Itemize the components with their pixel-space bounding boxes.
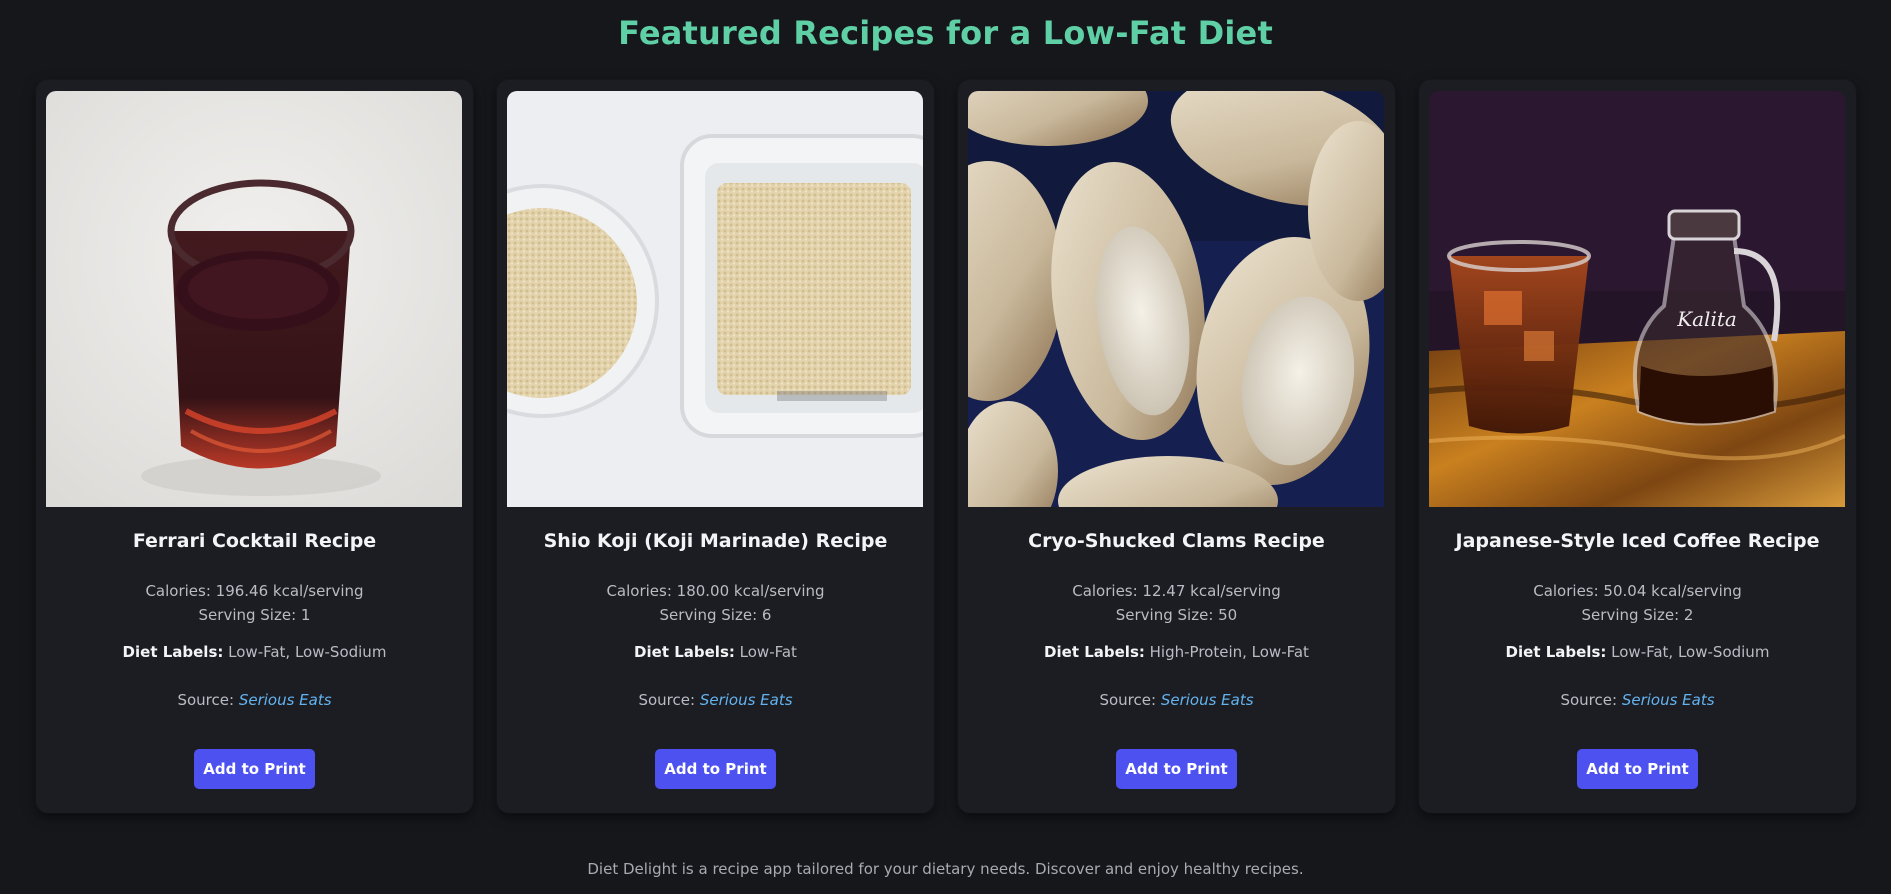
cocktail-photo (46, 91, 462, 507)
koji-photo (507, 91, 923, 507)
diet-labels: Diet Labels: High-Protein, Low-Fat (958, 643, 1395, 661)
recipe-image (968, 91, 1384, 507)
recipe-nutrition: Calories: 180.00 kcal/serving Serving Si… (497, 579, 934, 627)
recipe-image (507, 91, 923, 507)
source-label: Source: (1099, 691, 1157, 709)
diet-labels-value: Low-Fat (739, 643, 797, 661)
serving-size-text: Serving Size: 6 (659, 606, 772, 624)
recipe-source: Source: Serious Eats (1419, 691, 1856, 709)
diet-labels-value: High-Protein, Low-Fat (1149, 643, 1309, 661)
recipe-image (46, 91, 462, 507)
diet-labels-heading: Diet Labels: (1505, 643, 1607, 661)
add-to-print-button[interactable]: Add to Print (655, 749, 776, 789)
calories-text: Calories: 180.00 kcal/serving (606, 582, 825, 600)
diet-labels: Diet Labels: Low-Fat, Low-Sodium (1419, 643, 1856, 661)
recipe-title: Cryo-Shucked Clams Recipe (1028, 530, 1325, 552)
carafe-logo: Kalita (1676, 307, 1737, 331)
add-to-print-button[interactable]: Add to Print (1116, 749, 1237, 789)
diet-labels: Diet Labels: Low-Fat (497, 643, 934, 661)
page-title: Featured Recipes for a Low-Fat Diet (618, 14, 1273, 52)
recipe-source: Source: Serious Eats (36, 691, 473, 709)
source-link[interactable]: Serious Eats (700, 691, 793, 709)
diet-labels-value: Low-Fat, Low-Sodium (1611, 643, 1770, 661)
recipe-card: Shio Koji (Koji Marinade) Recipe Calorie… (497, 80, 934, 813)
calories-text: Calories: 50.04 kcal/serving (1533, 582, 1742, 600)
recipe-title: Ferrari Cocktail Recipe (132, 530, 377, 552)
source-label: Source: (638, 691, 696, 709)
recipe-card-grid: Ferrari Cocktail Recipe Calories: 196.46… (36, 80, 1856, 813)
diet-labels: Diet Labels: Low-Fat, Low-Sodium (36, 643, 473, 661)
recipe-card: Ferrari Cocktail Recipe Calories: 196.46… (36, 80, 473, 813)
diet-labels-value: Low-Fat, Low-Sodium (228, 643, 387, 661)
recipe-source: Source: Serious Eats (958, 691, 1395, 709)
calories-text: Calories: 12.47 kcal/serving (1072, 582, 1281, 600)
serving-size-text: Serving Size: 50 (1115, 606, 1238, 624)
recipe-title: Japanese-Style Iced Coffee Recipe (1455, 530, 1820, 552)
diet-labels-heading: Diet Labels: (634, 643, 735, 661)
add-to-print-button[interactable]: Add to Print (1577, 749, 1698, 789)
recipe-nutrition: Calories: 12.47 kcal/serving Serving Siz… (958, 579, 1395, 627)
source-link[interactable]: Serious Eats (1622, 691, 1715, 709)
recipe-card: Kalita Japanese-Style Iced Coffee Recipe… (1419, 80, 1856, 813)
recipe-card: Cryo-Shucked Clams Recipe Calories: 12.4… (958, 80, 1395, 813)
recipe-source: Source: Serious Eats (497, 691, 934, 709)
source-label: Source: (1560, 691, 1618, 709)
recipe-nutrition: Calories: 50.04 kcal/serving Serving Siz… (1419, 579, 1856, 627)
diet-labels-heading: Diet Labels: (1044, 643, 1145, 661)
footer-text: Diet Delight is a recipe app tailored fo… (587, 860, 1304, 878)
source-link[interactable]: Serious Eats (1161, 691, 1254, 709)
serving-size-text: Serving Size: 2 (1581, 606, 1694, 624)
add-to-print-button[interactable]: Add to Print (194, 749, 315, 789)
serving-size-text: Serving Size: 1 (198, 606, 311, 624)
calories-text: Calories: 196.46 kcal/serving (145, 582, 364, 600)
clams-photo (968, 91, 1384, 507)
iced-coffee-photo: Kalita (1429, 91, 1845, 507)
recipe-title: Shio Koji (Koji Marinade) Recipe (543, 530, 888, 552)
diet-labels-heading: Diet Labels: (122, 643, 224, 661)
source-label: Source: (177, 691, 235, 709)
recipe-image: Kalita (1429, 91, 1845, 507)
recipe-nutrition: Calories: 196.46 kcal/serving Serving Si… (36, 579, 473, 627)
source-link[interactable]: Serious Eats (239, 691, 332, 709)
